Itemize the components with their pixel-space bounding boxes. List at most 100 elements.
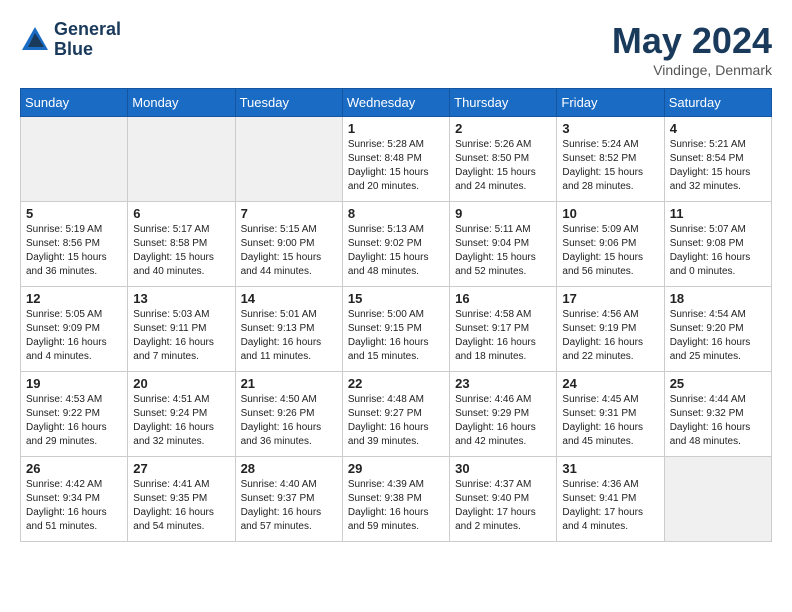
calendar-cell (664, 457, 771, 542)
day-info: Sunrise: 4:53 AM Sunset: 9:22 PM Dayligh… (26, 393, 122, 449)
day-info: Sunrise: 4:42 AM Sunset: 9:34 PM Dayligh… (26, 478, 122, 534)
calendar-cell: 28Sunrise: 4:40 AM Sunset: 9:37 PM Dayli… (235, 457, 342, 542)
day-number: 14 (241, 291, 337, 306)
day-number: 13 (133, 291, 229, 306)
day-info: Sunrise: 4:45 AM Sunset: 9:31 PM Dayligh… (562, 393, 658, 449)
calendar-cell: 2 Sunrise: 5:26 AM Sunset: 8:50 PM Daylig… (450, 117, 557, 202)
day-number: 21 (241, 376, 337, 391)
week-row-5: 26 Sunrise: 4:42 AM Sunset: 9:34 PM Dayli… (21, 457, 772, 542)
calendar-cell: 22 Sunrise: 4:48 AM Sunset: 9:27 PM Dayli… (342, 372, 449, 457)
calendar-cell: 17 Sunrise: 4:56 AM Sunset: 9:19 PM Dayli… (557, 287, 664, 372)
calendar-cell: 31 Sunrise: 4:36 AM Sunset: 9:41 PM Dayli… (557, 457, 664, 542)
day-info: Sunrise: 4:56 AM Sunset: 9:19 PM Dayligh… (562, 308, 658, 364)
weekday-header-tuesday: Tuesday (235, 89, 342, 117)
day-number: 17 (562, 291, 658, 306)
day-info: Sunrise: 5:28 AM Sunset: 8:48 PM Dayligh… (348, 138, 444, 194)
calendar-cell: 12 Sunrise: 5:05 AM Sunset: 9:09 PM Dayli… (21, 287, 128, 372)
calendar-cell: 24 Sunrise: 4:45 AM Sunset: 9:31 PM Dayli… (557, 372, 664, 457)
day-number: 20 (133, 376, 229, 391)
calendar-cell: 18 Sunrise: 4:54 AM Sunset: 9:20 PM Dayli… (664, 287, 771, 372)
logo-text: General Blue (54, 20, 121, 60)
weekday-header-row: SundayMondayTuesdayWednesdayThursdayFrid… (21, 89, 772, 117)
logo-line2: Blue (54, 39, 93, 59)
day-info: Sunrise: 4:40 AM Sunset: 9:37 PM Dayligh… (241, 478, 337, 534)
day-number: 30 (455, 461, 551, 476)
day-info: Sunrise: 5:03 AM Sunset: 9:11 PM Dayligh… (133, 308, 229, 364)
weekday-header-friday: Friday (557, 89, 664, 117)
calendar-cell: 27 Sunrise: 4:41 AM Sunset: 9:35 PM Dayli… (128, 457, 235, 542)
calendar-cell: 16 Sunrise: 4:58 AM Sunset: 9:17 PM Dayli… (450, 287, 557, 372)
calendar-cell: 6Sunrise: 5:17 AM Sunset: 8:58 PM Daylig… (128, 202, 235, 287)
day-number: 2 (455, 121, 551, 136)
weekday-header-sunday: Sunday (21, 89, 128, 117)
calendar-cell: 30 Sunrise: 4:37 AM Sunset: 9:40 PM Dayli… (450, 457, 557, 542)
logo: General Blue (20, 20, 121, 60)
calendar-table: SundayMondayTuesdayWednesdayThursdayFrid… (20, 88, 772, 542)
day-info: Sunrise: 5:01 AM Sunset: 9:13 PM Dayligh… (241, 308, 337, 364)
page-header: General Blue May 2024 Vindinge, Denmark (20, 20, 772, 78)
day-number: 31 (562, 461, 658, 476)
day-number: 22 (348, 376, 444, 391)
day-number: 16 (455, 291, 551, 306)
day-info: Sunrise: 4:37 AM Sunset: 9:40 PM Dayligh… (455, 478, 551, 534)
day-info: Sunrise: 5:05 AM Sunset: 9:09 PM Dayligh… (26, 308, 122, 364)
day-info: Sunrise: 4:39 AM Sunset: 9:38 PM Dayligh… (348, 478, 444, 534)
month-title: May 2024 (612, 20, 772, 62)
day-number: 26 (26, 461, 122, 476)
week-row-3: 12 Sunrise: 5:05 AM Sunset: 9:09 PM Dayli… (21, 287, 772, 372)
day-number: 8 (348, 206, 444, 221)
calendar-cell: 11Sunrise: 5:07 AM Sunset: 9:08 PM Dayli… (664, 202, 771, 287)
calendar-cell: 4Sunrise: 5:21 AM Sunset: 8:54 PM Daylig… (664, 117, 771, 202)
day-info: Sunrise: 4:48 AM Sunset: 9:27 PM Dayligh… (348, 393, 444, 449)
day-info: Sunrise: 5:11 AM Sunset: 9:04 PM Dayligh… (455, 223, 551, 279)
day-info: Sunrise: 4:58 AM Sunset: 9:17 PM Dayligh… (455, 308, 551, 364)
day-number: 27 (133, 461, 229, 476)
day-number: 25 (670, 376, 766, 391)
day-info: Sunrise: 4:44 AM Sunset: 9:32 PM Dayligh… (670, 393, 766, 449)
day-number: 5 (26, 206, 122, 221)
day-info: Sunrise: 5:09 AM Sunset: 9:06 PM Dayligh… (562, 223, 658, 279)
day-number: 24 (562, 376, 658, 391)
calendar-cell: 5 Sunrise: 5:19 AM Sunset: 8:56 PM Daylig… (21, 202, 128, 287)
calendar-cell: 15 Sunrise: 5:00 AM Sunset: 9:15 PM Dayli… (342, 287, 449, 372)
calendar-cell: 10 Sunrise: 5:09 AM Sunset: 9:06 PM Dayli… (557, 202, 664, 287)
day-info: Sunrise: 4:54 AM Sunset: 9:20 PM Dayligh… (670, 308, 766, 364)
weekday-header-thursday: Thursday (450, 89, 557, 117)
day-info: Sunrise: 4:51 AM Sunset: 9:24 PM Dayligh… (133, 393, 229, 449)
calendar-cell (235, 117, 342, 202)
day-info: Sunrise: 5:19 AM Sunset: 8:56 PM Dayligh… (26, 223, 122, 279)
logo-icon (20, 25, 50, 55)
week-row-4: 19 Sunrise: 4:53 AM Sunset: 9:22 PM Dayli… (21, 372, 772, 457)
day-info: Sunrise: 4:46 AM Sunset: 9:29 PM Dayligh… (455, 393, 551, 449)
calendar-cell: 23 Sunrise: 4:46 AM Sunset: 9:29 PM Dayli… (450, 372, 557, 457)
calendar-cell: 20 Sunrise: 4:51 AM Sunset: 9:24 PM Dayli… (128, 372, 235, 457)
day-info: Sunrise: 4:41 AM Sunset: 9:35 PM Dayligh… (133, 478, 229, 534)
week-row-1: 1Sunrise: 5:28 AM Sunset: 8:48 PM Daylig… (21, 117, 772, 202)
location: Vindinge, Denmark (612, 62, 772, 78)
calendar-cell: 1Sunrise: 5:28 AM Sunset: 8:48 PM Daylig… (342, 117, 449, 202)
day-number: 19 (26, 376, 122, 391)
day-number: 15 (348, 291, 444, 306)
day-number: 7 (241, 206, 337, 221)
day-number: 6 (133, 206, 229, 221)
day-number: 18 (670, 291, 766, 306)
day-info: Sunrise: 5:07 AM Sunset: 9:08 PM Dayligh… (670, 223, 766, 279)
calendar-cell: 3 Sunrise: 5:24 AM Sunset: 8:52 PM Daylig… (557, 117, 664, 202)
day-number: 3 (562, 121, 658, 136)
day-number: 12 (26, 291, 122, 306)
day-info: Sunrise: 5:15 AM Sunset: 9:00 PM Dayligh… (241, 223, 337, 279)
day-info: Sunrise: 5:26 AM Sunset: 8:50 PM Dayligh… (455, 138, 551, 194)
day-info: Sunrise: 4:36 AM Sunset: 9:41 PM Dayligh… (562, 478, 658, 534)
day-info: Sunrise: 4:50 AM Sunset: 9:26 PM Dayligh… (241, 393, 337, 449)
day-number: 23 (455, 376, 551, 391)
calendar-cell: 7 Sunrise: 5:15 AM Sunset: 9:00 PM Daylig… (235, 202, 342, 287)
title-block: May 2024 Vindinge, Denmark (612, 20, 772, 78)
calendar-cell (21, 117, 128, 202)
calendar-cell: 14 Sunrise: 5:01 AM Sunset: 9:13 PM Dayli… (235, 287, 342, 372)
calendar-cell: 25 Sunrise: 4:44 AM Sunset: 9:32 PM Dayli… (664, 372, 771, 457)
day-number: 10 (562, 206, 658, 221)
day-info: Sunrise: 5:24 AM Sunset: 8:52 PM Dayligh… (562, 138, 658, 194)
day-info: Sunrise: 5:00 AM Sunset: 9:15 PM Dayligh… (348, 308, 444, 364)
calendar-cell: 9Sunrise: 5:11 AM Sunset: 9:04 PM Daylig… (450, 202, 557, 287)
calendar-cell: 13 Sunrise: 5:03 AM Sunset: 9:11 PM Dayli… (128, 287, 235, 372)
